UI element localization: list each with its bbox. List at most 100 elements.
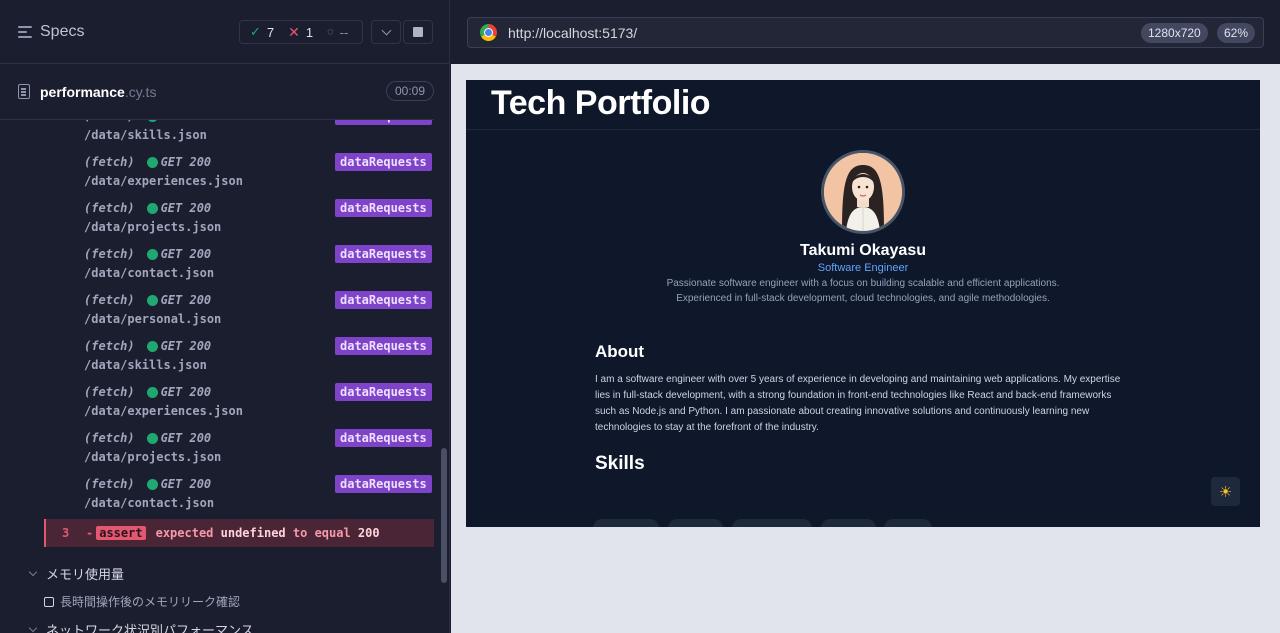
spec-file-base: performance (40, 84, 125, 100)
spec-file-name[interactable]: performance.cy.ts (40, 84, 156, 100)
command-row[interactable]: (fetch) GET 200/data/experiences.json (84, 385, 243, 418)
command-log: (fetch) GET 200/data/skills.json dataReque… (0, 110, 436, 633)
command-method: (fetch) (84, 155, 135, 169)
command-line: (fetch) GET 200 (84, 385, 243, 399)
suite-memory[interactable]: メモリ使用量 (28, 564, 125, 583)
x-icon: ✕ (288, 23, 300, 40)
skill-chip[interactable] (821, 519, 876, 527)
command-line: (fetch) GET 200 (84, 201, 221, 215)
command-status: GET 200 (160, 431, 212, 445)
stop-button[interactable] (403, 20, 433, 44)
viewport-size[interactable]: 1280x720 (1141, 23, 1208, 43)
command-status: GET 200 (160, 477, 212, 491)
assertion-message: expected undefined to equal 200 (156, 526, 380, 540)
alias-tag[interactable]: dataRequests (335, 245, 432, 263)
command-method: (fetch) (84, 339, 135, 353)
specs-title[interactable]: Specs (40, 23, 84, 41)
app-title: Tech Portfolio (491, 84, 711, 122)
test-stats: ✓ 7 ✕ 1 ◌ -- (239, 20, 363, 44)
command-url: /data/personal.json (84, 312, 222, 326)
skills-heading: Skills (595, 453, 645, 474)
suite-label: ネットワーク状況別パフォーマンス (46, 623, 254, 633)
pending-stat: ◌ -- (327, 25, 348, 40)
sun-icon: ☀ (1218, 483, 1233, 501)
command-status: GET 200 (160, 293, 212, 307)
assertion-actual: undefined (220, 526, 286, 540)
command-row[interactable]: (fetch) GET 200/data/contact.json (84, 477, 214, 510)
status-dot-icon (146, 248, 158, 260)
zoom-level[interactable]: 62% (1217, 23, 1256, 43)
command-row[interactable]: (fetch) GET 200/data/experiences.json (84, 155, 243, 188)
assertion-dash: - (86, 526, 94, 540)
alias-tag[interactable]: dataRequests (335, 337, 432, 355)
cypress-runner: Specs ✓ 7 ✕ 1 ◌ -- performance.cy.ts 00:… (0, 0, 1280, 633)
alias-tag[interactable]: dataRequests (335, 291, 432, 309)
command-url: /data/projects.json (84, 450, 222, 464)
command-row[interactable]: (fetch) GET 200/data/projects.json (84, 201, 221, 234)
failed-assertion[interactable]: 3 - assert expected undefined to equal 2… (44, 519, 434, 547)
command-url: /data/skills.json (84, 128, 207, 142)
command-row[interactable]: (fetch) GET 200/data/contact.json (84, 247, 214, 280)
command-status: GET 200 (160, 201, 212, 215)
status-dot-icon (146, 432, 158, 444)
command-line: (fetch) GET 200 (84, 247, 214, 261)
aut-panel: http://localhost:5173/ 1280x720 62% Tech… (451, 0, 1280, 633)
profile-name: Takumi Okayasu (800, 242, 926, 259)
reporter-panel: Specs ✓ 7 ✕ 1 ◌ -- performance.cy.ts 00:… (0, 0, 450, 633)
chevron-down-icon (28, 623, 38, 633)
expand-button[interactable] (371, 20, 401, 44)
test-label: 長時間操作後のメモリリーク確認 (60, 595, 241, 609)
specs-header: Specs ✓ 7 ✕ 1 ◌ -- (0, 0, 449, 64)
suite-label: メモリ使用量 (46, 567, 125, 582)
command-line: (fetch) GET 200 (84, 339, 211, 353)
command-line: (fetch) GET 200 (84, 293, 221, 307)
specs-list-icon[interactable] (18, 25, 32, 39)
check-icon: ✓ (250, 24, 261, 39)
alias-tag[interactable]: dataRequests (335, 199, 432, 217)
alias-tag[interactable]: dataRequests (335, 383, 432, 401)
command-row[interactable]: (fetch) GET 200/data/skills.json (84, 339, 211, 372)
assertion-value: 200 (357, 526, 380, 540)
command-method: (fetch) (84, 293, 135, 307)
skill-chip[interactable] (732, 519, 812, 527)
about-heading: About (595, 342, 645, 361)
skill-chip[interactable] (668, 519, 723, 527)
command-line: (fetch) GET 200 (84, 431, 221, 445)
test-memory-leak[interactable]: 長時間操作後のメモリリーク確認 (44, 593, 240, 610)
suite-network[interactable]: ネットワーク状況別パフォーマンス (28, 620, 254, 633)
spinner-icon: ◌ (327, 26, 334, 38)
stop-icon (413, 27, 423, 37)
skill-chip[interactable] (884, 519, 932, 527)
command-row[interactable]: (fetch) GET 200/data/personal.json (84, 293, 221, 326)
alias-tag[interactable]: dataRequests (335, 475, 432, 493)
url-text[interactable]: http://localhost:5173/ (508, 25, 637, 41)
document-icon (18, 84, 30, 99)
url-bar[interactable]: http://localhost:5173/ 1280x720 62% (467, 17, 1264, 48)
command-line: (fetch) GET 200 (84, 477, 214, 491)
command-method: (fetch) (84, 431, 135, 445)
command-row[interactable]: (fetch) GET 200/data/projects.json (84, 431, 221, 464)
failed-stat: ✕ 1 (288, 24, 313, 41)
command-status: GET 200 (160, 339, 212, 353)
app-frame: Tech Portfolio Takumi Okayasu Software E… (466, 80, 1260, 527)
command-status: GET 200 (160, 385, 212, 399)
about-text: I am a software engineer with over 5 yea… (595, 374, 1121, 433)
alias-tag[interactable]: dataRequests (335, 429, 432, 447)
status-dot-icon (146, 202, 158, 214)
status-dot-icon (146, 386, 158, 398)
command-url: /data/experiences.json (84, 404, 243, 418)
status-dot-icon (146, 478, 158, 490)
skill-chip[interactable] (593, 519, 659, 527)
alias-tag[interactable]: dataRequests (335, 153, 432, 171)
command-url: /data/contact.json (84, 266, 215, 280)
chevron-down-icon (381, 25, 391, 35)
command-status: GET 200 (160, 247, 212, 261)
status-dot-icon (146, 156, 158, 168)
reporter-scrollbar[interactable] (441, 448, 447, 583)
command-method: (fetch) (84, 247, 135, 261)
pending-count: -- (339, 24, 349, 40)
spec-file-header: performance.cy.ts (0, 64, 434, 120)
command-url: /data/contact.json (84, 496, 215, 510)
command-status: GET 200 (160, 155, 212, 169)
theme-toggle-button[interactable]: ☀ (1211, 477, 1240, 506)
